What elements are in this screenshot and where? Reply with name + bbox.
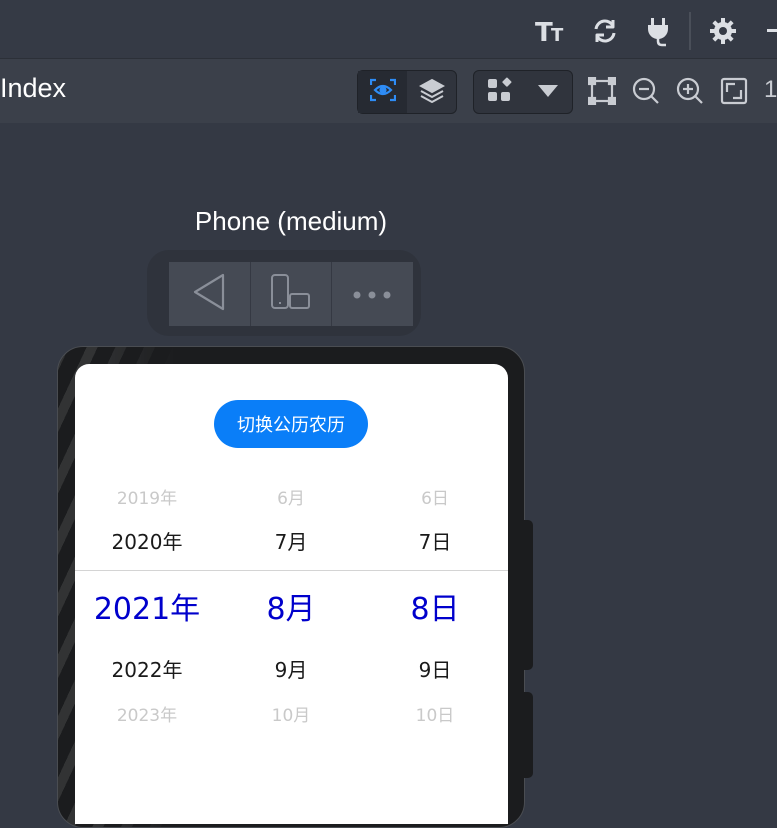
layers-button[interactable] <box>407 71 456 113</box>
picker-selected[interactable]: 8日 <box>363 584 507 628</box>
zoom-out-icon[interactable] <box>631 76 661 106</box>
view-mode-group <box>357 70 457 114</box>
back-icon <box>191 272 227 316</box>
picker-option[interactable]: 7日 <box>363 526 507 555</box>
dropdown-arrow-icon <box>537 83 559 102</box>
frame-icon[interactable] <box>587 76 617 106</box>
picker-option[interactable]: 9日 <box>363 654 507 683</box>
phone-side-button <box>523 520 533 670</box>
component-group <box>473 70 573 114</box>
picker-option[interactable]: 9月 <box>219 654 363 683</box>
picker-option[interactable]: 10日 <box>363 701 507 726</box>
zoom-in-icon[interactable] <box>675 76 705 106</box>
rotate-device-button[interactable] <box>250 262 331 326</box>
minimize-icon[interactable] <box>760 14 777 48</box>
picker-selected[interactable]: 2021年 <box>75 584 219 628</box>
device-toolbar <box>169 262 413 326</box>
more-button[interactable] <box>331 262 412 326</box>
picker-option[interactable]: 6月 <box>219 484 363 509</box>
picker-option[interactable]: 10月 <box>219 701 363 726</box>
month-column[interactable]: 6月 7月 8月 9月 10月 <box>219 364 363 824</box>
page-title: Index <box>0 73 67 103</box>
top-toolbar: TT <box>0 0 777 59</box>
toolbar-divider <box>689 12 691 50</box>
more-icon <box>352 285 392 304</box>
gear-icon[interactable] <box>706 14 740 48</box>
picker-option[interactable]: 2022年 <box>75 654 219 683</box>
plug-icon[interactable] <box>641 14 675 48</box>
year-column[interactable]: 2019年 2020年 2021年 2022年 2023年 <box>75 364 219 824</box>
picker-selected[interactable]: 8月 <box>219 584 363 628</box>
eye-scan-icon <box>369 78 396 106</box>
picker-selection-divider <box>75 570 508 571</box>
picker-option[interactable]: 2019年 <box>75 484 219 509</box>
zoom-level-label: 1 <box>764 76 777 103</box>
phone-side-button <box>523 692 533 778</box>
phone-screen: 切换公历农历 2019年 2020年 2021年 2022年 2023年 6月 … <box>75 364 508 824</box>
widgets-button[interactable] <box>474 71 523 113</box>
picker-option[interactable]: 7月 <box>219 526 363 555</box>
refresh-icon[interactable] <box>588 14 622 48</box>
picker-option[interactable]: 6日 <box>363 484 507 509</box>
inspect-button[interactable] <box>358 71 407 113</box>
picker-option[interactable]: 2020年 <box>75 526 219 555</box>
device-label: Phone (medium) <box>194 206 388 236</box>
widgets-icon <box>486 77 512 107</box>
layers-icon <box>418 77 445 107</box>
rotate-device-icon <box>270 274 312 314</box>
component-dropdown[interactable] <box>523 71 572 113</box>
fit-screen-icon[interactable] <box>719 76 749 106</box>
day-column[interactable]: 6日 7日 8日 9日 10日 <box>363 364 507 824</box>
svg-text:T: T <box>551 25 564 45</box>
back-button[interactable] <box>169 262 249 326</box>
text-size-icon[interactable]: TT <box>535 14 569 48</box>
picker-option[interactable]: 2023年 <box>75 701 219 726</box>
